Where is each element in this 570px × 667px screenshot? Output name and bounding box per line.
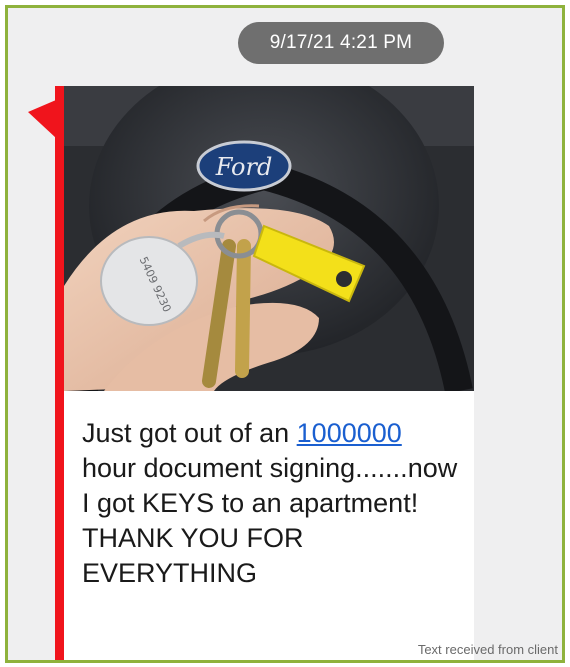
photo-illustration: Ford 5409 9230: [64, 86, 474, 391]
message-text: Just got out of an 1000000 hour document…: [82, 416, 462, 591]
message-bubble[interactable]: Ford 5409 9230 Just got out of an 100000…: [64, 86, 474, 660]
message-text-after-link: hour document signing.......now I got KE…: [82, 453, 458, 588]
message-number-link[interactable]: 1000000: [297, 418, 402, 448]
caption-text: Text received from client: [417, 642, 558, 657]
svg-text:Ford: Ford: [215, 153, 273, 181]
screenshot-frame: 9/17/21 4:21 PM Ford 5409 9230 Just got …: [5, 5, 565, 663]
message-timestamp: 9/17/21 4:21 PM: [238, 22, 444, 64]
message-tail-flag: [28, 100, 56, 138]
message-text-before-link: Just got out of an: [82, 418, 297, 448]
message-photo-keys[interactable]: Ford 5409 9230: [64, 86, 474, 391]
message-accent-bar: [55, 86, 64, 660]
